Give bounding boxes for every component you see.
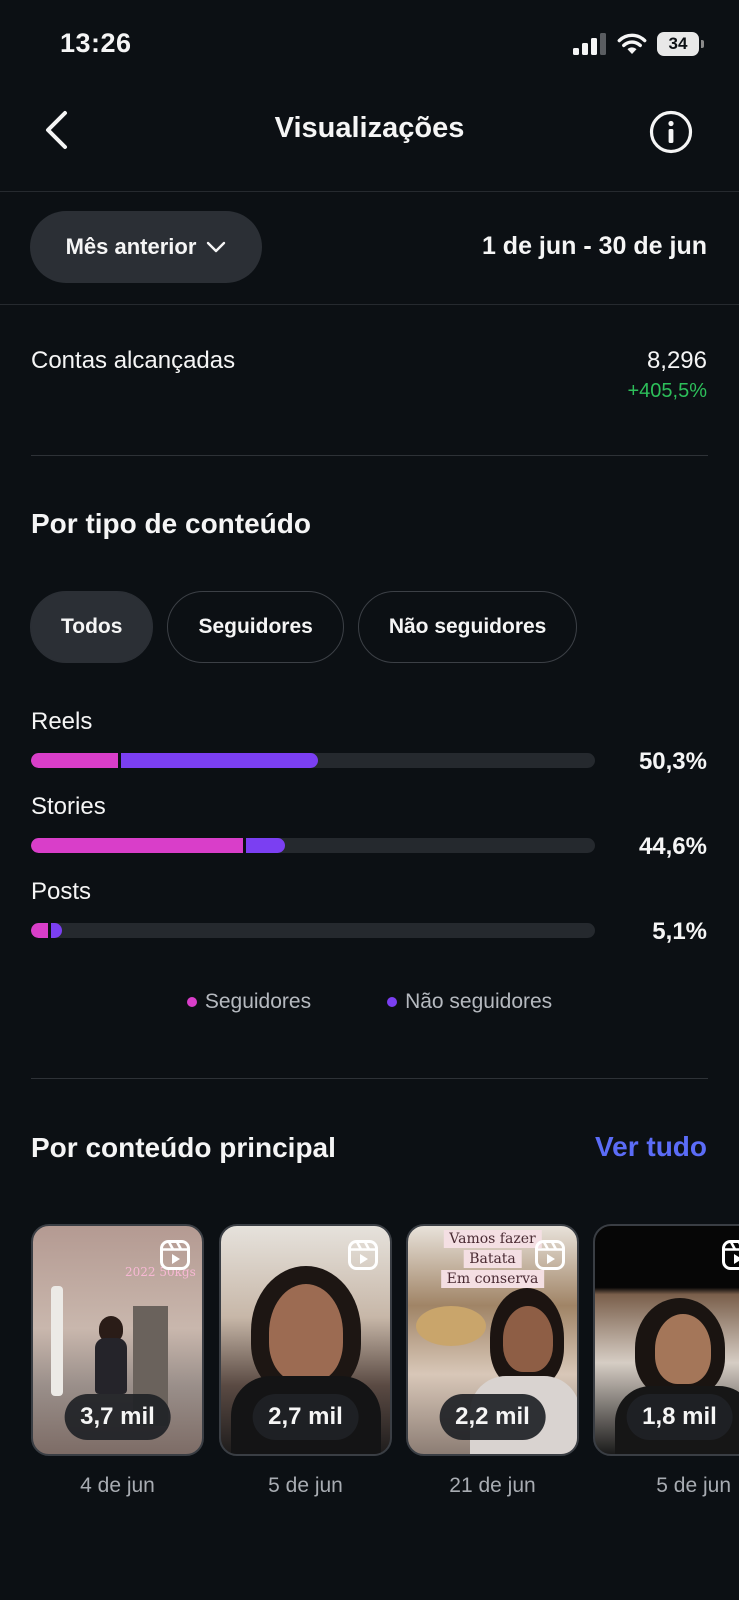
page-title: Visualizações <box>274 112 465 144</box>
bar-reels-followers <box>31 753 118 768</box>
content-type-title: Por tipo de conteúdo <box>31 508 311 539</box>
accounts-reached-change: +405,5% <box>627 380 707 402</box>
bar-posts-followers <box>31 923 48 938</box>
tab-todos[interactable]: Todos <box>30 591 154 663</box>
bar-stories <box>31 838 595 853</box>
accounts-reached-value: 8,296 <box>646 347 707 374</box>
audience-tabs: Todos Seguidores Não seguidores <box>30 591 578 663</box>
thumb-food-shape <box>416 1306 486 1346</box>
views-count: 2,2 mil <box>439 1394 546 1440</box>
signal-icon <box>573 33 606 55</box>
bar-label-posts: Posts <box>31 878 92 905</box>
date-range: 1 de jun - 30 de jun <box>481 232 707 260</box>
tab-nao-seguidores[interactable]: Não seguidores <box>357 591 578 663</box>
non-followers-dot-icon <box>387 997 398 1007</box>
legend-followers-label: Seguidores <box>204 990 312 1013</box>
info-icon <box>649 110 693 154</box>
thumb-background-shape <box>51 1286 63 1396</box>
status-icons: 34 <box>573 32 704 56</box>
section-divider <box>31 455 708 456</box>
legend-non-followers: Não seguidores <box>387 990 552 1014</box>
reels-icon <box>160 1240 190 1270</box>
header-divider <box>0 191 739 192</box>
bar-reels-non-followers <box>121 753 318 768</box>
bar-percent-stories: 44,6% <box>638 833 707 860</box>
see-all-link[interactable]: Ver tudo <box>595 1131 707 1163</box>
battery-level: 34 <box>668 34 688 53</box>
content-date: 4 de jun <box>80 1474 155 1497</box>
top-content-clip: 1,8 mil <box>593 1224 739 1456</box>
thumb-person-shape <box>95 1338 127 1394</box>
wifi-icon <box>617 33 647 54</box>
thumb-person-shape <box>269 1284 343 1382</box>
thumb-overlay-text: Vamos fazer <box>443 1230 542 1248</box>
battery-icon: 34 <box>657 32 704 56</box>
info-button[interactable] <box>649 110 693 154</box>
legend-non-followers-label: Não seguidores <box>405 990 553 1013</box>
views-count: 3,7 mil <box>64 1394 171 1440</box>
thumb-overlay-text: Em conserva <box>440 1270 545 1288</box>
thumb-person-shape <box>503 1306 553 1372</box>
thumb-person-shape <box>655 1314 711 1384</box>
top-content-item[interactable]: 1,8 mil <box>593 1224 739 1456</box>
reels-icon <box>348 1240 378 1270</box>
chevron-down-icon <box>207 241 226 253</box>
top-content-item[interactable]: 2022 50kgs 3,7 mil <box>31 1224 204 1456</box>
legend-followers: Seguidores <box>186 990 312 1014</box>
content-date: 5 de jun <box>656 1474 731 1497</box>
bar-percent-posts: 5,1% <box>652 918 707 945</box>
bar-posts-non-followers <box>51 923 62 938</box>
period-dropdown[interactable]: Mês anterior <box>30 211 262 283</box>
reels-icon <box>722 1240 739 1270</box>
top-content-title: Por conteúdo principal <box>31 1132 336 1163</box>
top-content-item[interactable]: 2,7 mil <box>219 1224 392 1456</box>
accounts-reached-label: Contas alcançadas <box>31 347 236 374</box>
filter-divider <box>0 304 739 305</box>
bar-label-reels: Reels <box>31 708 93 735</box>
bar-label-stories: Stories <box>31 793 106 820</box>
status-time: 13:26 <box>60 28 132 58</box>
bar-reels <box>31 753 595 768</box>
reels-icon <box>535 1240 565 1270</box>
section-divider <box>31 1078 708 1079</box>
period-label: Mês anterior <box>65 234 197 259</box>
bar-posts <box>31 923 595 938</box>
top-content-item[interactable]: Vamos fazer Batata Em conserva 2,2 mil <box>406 1224 579 1456</box>
bar-stories-followers <box>31 838 243 853</box>
content-date: 21 de jun <box>449 1474 536 1497</box>
content-date: 5 de jun <box>268 1474 343 1497</box>
views-count: 1,8 mil <box>626 1394 733 1440</box>
followers-dot-icon <box>186 997 197 1007</box>
tab-seguidores[interactable]: Seguidores <box>167 591 344 663</box>
chart-legend: Seguidores Não seguidores <box>0 990 739 1014</box>
bar-percent-reels: 50,3% <box>638 748 707 775</box>
views-count: 2,7 mil <box>252 1394 359 1440</box>
thumb-overlay-text: Batata <box>463 1250 522 1268</box>
bar-stories-non-followers <box>246 838 285 853</box>
